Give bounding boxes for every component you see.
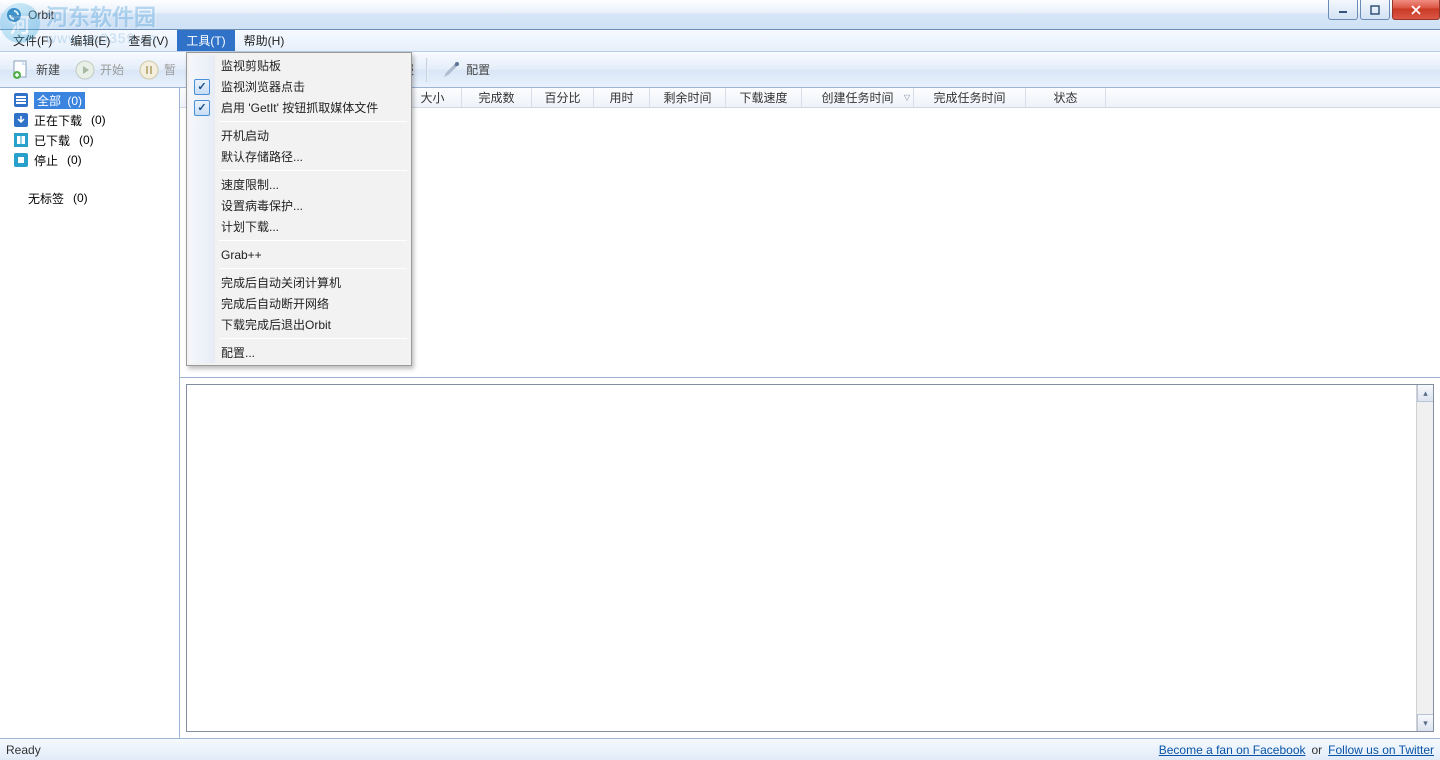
menu-help[interactable]: 帮助(H) [235,30,294,51]
play-icon [74,59,96,81]
menu-view[interactable]: 查看(V) [119,30,177,51]
start-label: 开始 [100,61,124,78]
col-elapsed[interactable]: 用时 [594,88,650,107]
sidebar-item-completed[interactable]: 已下载 (0) [0,130,179,150]
col-size[interactable]: 大小 [404,88,462,107]
sidebar-all-label: 全部 (0) [34,92,85,109]
col-finished[interactable]: 完成任务时间 [914,88,1026,107]
menu-item-2-2[interactable]: 计划下载... [189,216,409,237]
menu-bar: 文件(F) 编辑(E) 查看(V) 工具(T) 帮助(H) [0,30,1440,52]
facebook-link[interactable]: Become a fan on Facebook [1159,743,1306,757]
maximize-button[interactable] [1360,0,1390,20]
stop-icon [14,153,28,167]
menu-item-0-2[interactable]: ✓ 启用 'GetIt' 按钮抓取媒体文件 [189,97,409,118]
col-speed[interactable]: 下载速度 [726,88,802,107]
scroll-up-button[interactable]: ▴ [1417,385,1433,402]
menu-edit[interactable]: 编辑(E) [61,30,119,51]
sort-desc-icon: ▽ [904,93,910,102]
menu-item-1-0[interactable]: 开机启动 [189,125,409,146]
scrollbar[interactable]: ▴ ▾ [1416,385,1433,731]
menu-separator [219,240,407,241]
sidebar-item-all[interactable]: 全部 (0) [0,90,179,110]
completed-icon [14,133,28,147]
menu-item-4-0[interactable]: 完成后自动关闭计算机 [189,272,409,293]
minimize-button[interactable] [1328,0,1358,20]
sidebar-stopped-label: 停止 [34,152,58,169]
menu-item-label: 下载完成后退出Orbit [221,316,331,333]
sidebar-completed-count: (0) [79,133,94,147]
sidebar-notag-count: (0) [73,191,88,205]
pause-label: 暂 [164,61,176,78]
menu-item-label: 默认存储路径... [221,148,303,165]
menu-separator [219,338,407,339]
menu-separator [219,170,407,171]
menu-item-label: 监视浏览器点击 [221,78,305,95]
menu-item-4-1[interactable]: 完成后自动断开网络 [189,293,409,314]
menu-item-label: 计划下载... [221,218,279,235]
col-created[interactable]: 创建任务时间▽ [802,88,914,107]
window-title: Orbit [28,8,54,22]
new-file-icon [10,59,32,81]
col-percent[interactable]: 百分比 [532,88,594,107]
menu-item-label: 启用 'GetIt' 按钮抓取媒体文件 [221,99,378,116]
menu-item-label: 设置病毒保护... [221,197,303,214]
list-all-icon [14,93,28,107]
download-icon [14,113,28,127]
config-button[interactable]: 配置 [434,56,496,84]
menu-separator [219,268,407,269]
menu-item-4-2[interactable]: 下载完成后退出Orbit [189,314,409,335]
menu-item-5-0[interactable]: 配置... [189,342,409,363]
new-label: 新建 [36,61,60,78]
menu-separator [219,121,407,122]
scroll-down-button[interactable]: ▾ [1417,714,1433,731]
menu-item-label: 完成后自动关闭计算机 [221,274,341,291]
config-label: 配置 [466,61,490,78]
check-icon: ✓ [194,100,210,116]
sidebar: 全部 (0) 正在下载 (0) 已下载 (0) 停止 (0) 无标签 (0) [0,88,180,738]
menu-item-2-1[interactable]: 设置病毒保护... [189,195,409,216]
menu-item-label: Grab++ [221,248,262,262]
app-icon [6,7,22,23]
menu-item-0-1[interactable]: ✓ 监视浏览器点击 [189,76,409,97]
col-status[interactable]: 状态 [1026,88,1106,107]
menu-item-label: 配置... [221,344,255,361]
menu-item-label: 监视剪贴板 [221,57,281,74]
start-button[interactable]: 开始 [68,56,130,84]
menu-item-3-0[interactable]: Grab++ [189,244,409,265]
sidebar-item-downloading[interactable]: 正在下载 (0) [0,110,179,130]
twitter-link[interactable]: Follow us on Twitter [1328,743,1434,757]
col-spacer [1106,88,1440,107]
close-button[interactable] [1392,0,1440,20]
status-or: or [1312,743,1323,757]
log-pane[interactable]: ▴ ▾ [186,384,1434,732]
pause-button[interactable]: 暂 [132,56,182,84]
check-icon: ✓ [194,79,210,95]
sidebar-item-no-tag[interactable]: 无标签 (0) [0,188,179,208]
col-completed[interactable]: 完成数 [462,88,532,107]
toolbar-separator [426,58,428,82]
menu-item-1-1[interactable]: 默认存储路径... [189,146,409,167]
sidebar-completed-label: 已下载 [34,132,70,149]
sidebar-notag-label: 无标签 [28,190,64,207]
menu-file[interactable]: 文件(F) [4,30,61,51]
sidebar-downloading-label: 正在下载 [34,112,82,129]
status-text: Ready [6,743,41,757]
settings-icon [440,59,462,81]
menu-tools[interactable]: 工具(T) [177,30,234,51]
tools-dropdown: 监视剪贴板 ✓ 监视浏览器点击 ✓ 启用 'GetIt' 按钮抓取媒体文件开机启动默认存… [186,52,412,366]
sidebar-stopped-count: (0) [67,153,82,167]
sidebar-downloading-count: (0) [91,113,106,127]
menu-item-0-0[interactable]: 监视剪贴板 [189,55,409,76]
menu-item-2-0[interactable]: 速度限制... [189,174,409,195]
status-bar: Ready Become a fan on Facebook or Follow… [0,738,1440,760]
title-bar[interactable]: Orbit [0,0,1440,30]
menu-item-label: 完成后自动断开网络 [221,295,329,312]
menu-item-label: 开机启动 [221,127,269,144]
new-button[interactable]: 新建 [4,56,66,84]
pause-icon [138,59,160,81]
sidebar-item-stopped[interactable]: 停止 (0) [0,150,179,170]
col-remaining[interactable]: 剩余时间 [650,88,726,107]
menu-item-label: 速度限制... [221,176,279,193]
